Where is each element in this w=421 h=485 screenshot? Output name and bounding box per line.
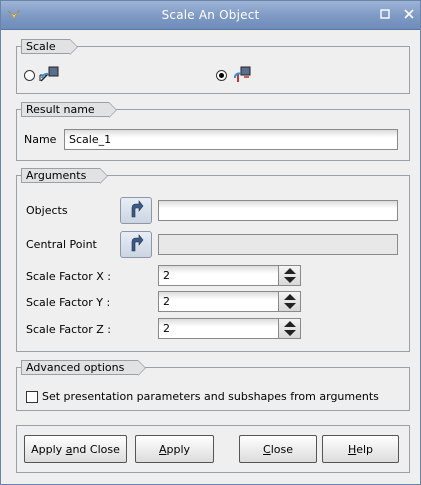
close-icon[interactable] [403, 9, 415, 21]
apply-and-close-button[interactable]: Apply and Close [24, 435, 127, 463]
button-bar: Apply and Close Apply Close Help [16, 425, 410, 473]
scale-factor-x-label: Scale Factor X : [26, 270, 111, 283]
select-arrow-icon [131, 234, 144, 252]
window-title: Scale An Object [161, 8, 260, 22]
arguments-group-label: Arguments [21, 168, 109, 184]
title-bar[interactable]: Scale An Object [1, 1, 420, 30]
presentation-params-label[interactable]: Set presentation parameters and subshape… [42, 390, 379, 403]
objects-input[interactable] [158, 200, 398, 221]
spin-arrows-icon[interactable] [278, 319, 300, 338]
name-label: Name [24, 133, 57, 146]
scale-factor-z-label: Scale Factor Z : [26, 323, 111, 336]
scale-uniform-icon [38, 64, 60, 84]
scale-along-axes-radio[interactable] [216, 70, 227, 81]
help-button[interactable]: Help [322, 435, 399, 463]
scale-group-label: Scale [21, 39, 78, 55]
objects-label: Objects [26, 204, 68, 217]
arguments-group: Arguments Objects Central Point Scale Fa… [16, 168, 410, 352]
close-button[interactable]: Close [239, 435, 317, 463]
result-name-group: Result name Name [16, 102, 410, 161]
objects-select-button[interactable] [120, 197, 152, 224]
scale-factor-y-label: Scale Factor Y : [26, 296, 111, 309]
result-name-group-label: Result name [21, 102, 117, 118]
scale-factor-z-spinbox[interactable]: 2 [158, 318, 301, 339]
advanced-options-group-label: Advanced options [21, 360, 147, 376]
advanced-options-group: Advanced options Set presentation parame… [16, 360, 410, 411]
apply-button[interactable]: Apply [135, 435, 214, 463]
central-point-select-button[interactable] [120, 231, 152, 258]
presentation-params-checkbox[interactable] [26, 391, 38, 403]
scale-group: Scale [16, 39, 410, 94]
scale-factor-x-spinbox[interactable]: 2 [158, 265, 301, 286]
scale-factor-y-value: 2 [163, 295, 170, 308]
select-arrow-icon [131, 200, 144, 218]
scale-factor-x-value: 2 [163, 269, 170, 282]
scale-along-axes-icon [232, 64, 252, 84]
maximize-icon[interactable] [379, 9, 391, 21]
scale-factor-y-spinbox[interactable]: 2 [158, 291, 301, 312]
scale-uniform-radio[interactable] [24, 70, 35, 81]
central-point-label: Central Point [26, 238, 97, 251]
central-point-input[interactable] [158, 234, 398, 255]
scale-object-dialog: Scale An Object Scale Result name Name S… [0, 0, 421, 485]
scale-factor-z-value: 2 [163, 322, 170, 335]
spin-arrows-icon[interactable] [278, 266, 300, 285]
spin-arrows-icon[interactable] [278, 292, 300, 311]
result-name-input[interactable] [64, 129, 398, 150]
